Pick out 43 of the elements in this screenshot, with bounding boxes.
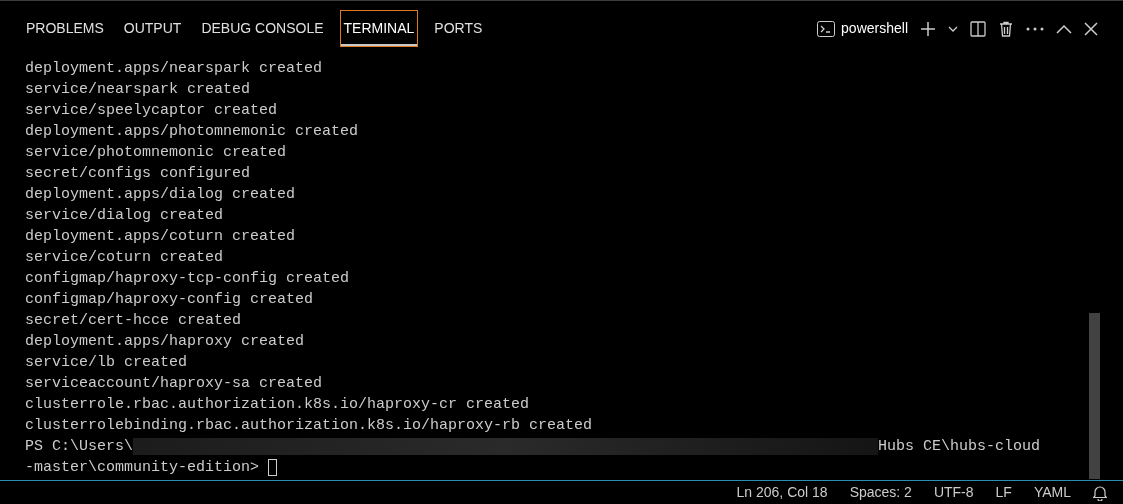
terminal-line: service/lb created (25, 353, 188, 373)
terminal-line: clusterrolebinding.rbac.authorization.k8s.io/haproxy-rb created (25, 416, 593, 436)
trash-icon[interactable] (998, 20, 1014, 37)
panel-tab[interactable]: TERMINAL (339, 10, 419, 47)
chevron-up-icon[interactable] (1056, 23, 1072, 34)
terminal-line: configmap/haproxy-config created (25, 290, 314, 310)
close-icon[interactable] (1084, 21, 1098, 36)
status-item[interactable]: YAML (1033, 482, 1071, 503)
panel-tab[interactable]: OUTPUT (119, 10, 186, 47)
panel-tab[interactable]: DEBUG CONSOLE (197, 10, 328, 47)
terminal-profile-label: powershell (841, 19, 908, 38)
terminal-line: deployment.apps/haproxy created (25, 332, 305, 352)
scrollbar-thumb[interactable] (1089, 313, 1100, 479)
more-icon[interactable] (1026, 26, 1044, 31)
terminal-line: service/dialog created (25, 206, 224, 226)
status-item[interactable]: Spaces: 2 (849, 482, 912, 503)
terminal-line: secret/configs configured (25, 164, 251, 184)
terminal-line: service/nearspark created (25, 80, 251, 100)
terminal-icon (817, 20, 836, 37)
terminal-line: service/speelycaptor created (25, 101, 278, 121)
panel-tab[interactable]: PROBLEMS (22, 10, 108, 47)
terminal-line: configmap/haproxy-tcp-config created (25, 269, 350, 289)
text-cursor (268, 459, 278, 476)
plus-icon[interactable] (920, 20, 936, 37)
terminal-line: service/photomnemonic created (25, 143, 287, 163)
bell-icon[interactable] (1093, 484, 1107, 501)
terminal-line: serviceaccount/haproxy-sa created (25, 374, 323, 394)
prompt-text: PS C:\Users\ (25, 437, 134, 457)
terminal-line: secret/cert-hcce created (25, 311, 242, 331)
terminal-line: deployment.apps/photomnemonic created (25, 122, 359, 142)
prompt-text: -master\community-edition> (25, 458, 260, 478)
terminal-line: deployment.apps/nearspark created (25, 59, 323, 79)
terminal-line: service/coturn created (25, 248, 224, 268)
terminal-line: deployment.apps/coturn created (25, 227, 296, 247)
terminal-line: deployment.apps/dialog created (25, 185, 296, 205)
terminal-line: clusterrole.rbac.authorization.k8s.io/haproxy-cr created (25, 395, 530, 415)
status-item[interactable]: Ln 206, Col 18 (736, 482, 828, 503)
panel-tab[interactable]: PORTS (430, 10, 487, 47)
status-item[interactable]: LF (995, 482, 1012, 503)
prompt-text: Hubs CE\hubs-cloud (878, 437, 1041, 457)
split-icon[interactable] (970, 20, 986, 37)
status-item[interactable]: UTF-8 (933, 482, 974, 503)
terminal-profile-button[interactable]: powershell (817, 18, 908, 39)
